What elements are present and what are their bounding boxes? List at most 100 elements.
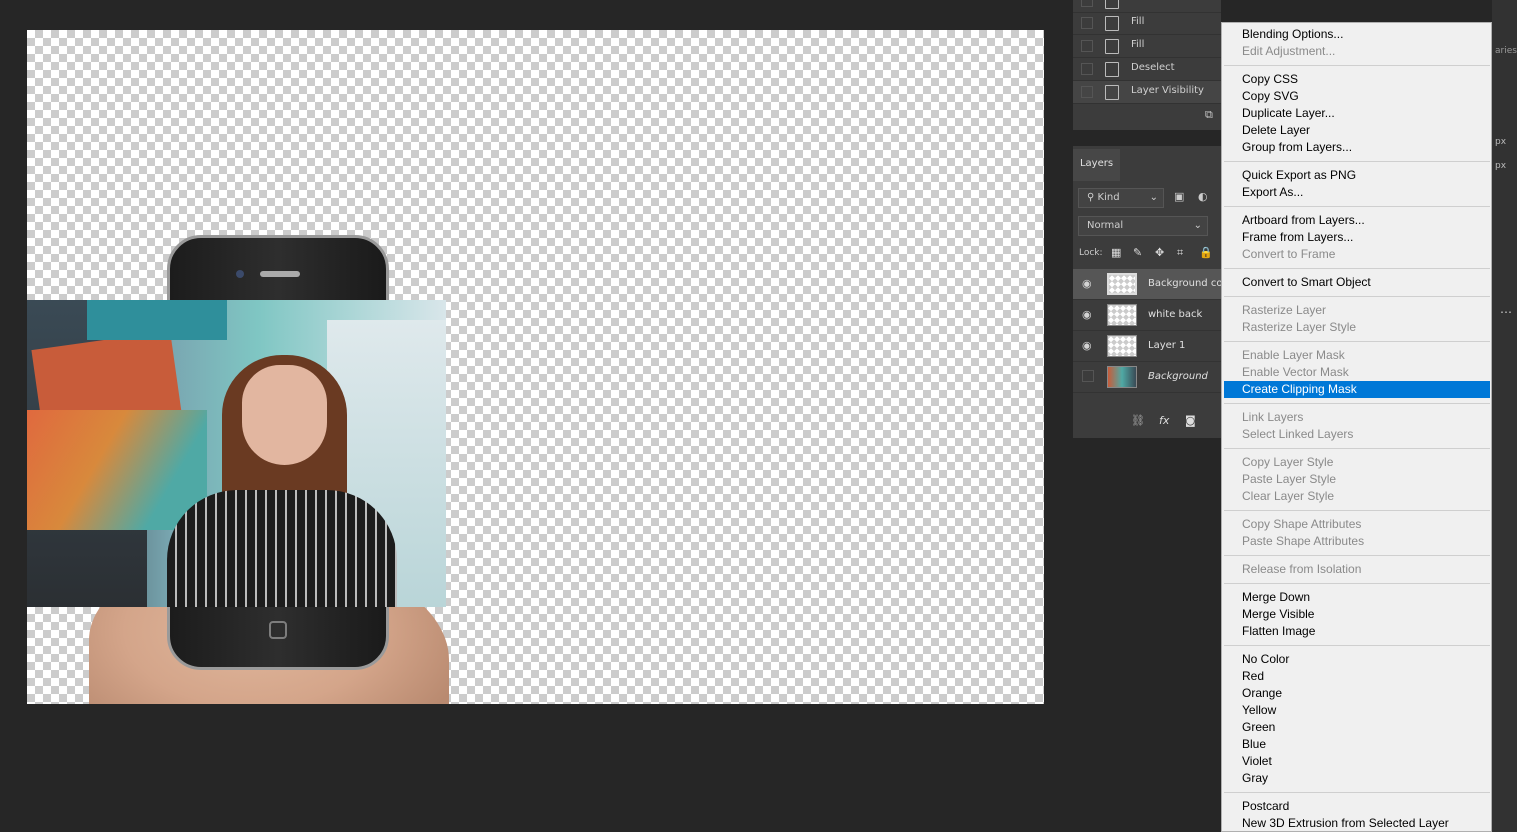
menu-item-group-from-layers[interactable]: Group from Layers...: [1224, 139, 1490, 156]
menu-item-select-linked-layers: Select Linked Layers: [1242, 427, 1354, 441]
woman-photo-layer: [27, 300, 446, 607]
document-canvas[interactable]: [27, 30, 1044, 704]
menu-item-red[interactable]: Red: [1224, 668, 1490, 685]
menu-separator: [1224, 645, 1490, 646]
menu-item-yellow[interactable]: Yellow: [1224, 702, 1490, 719]
menu-item-merge-down[interactable]: Merge Down: [1224, 589, 1490, 606]
menu-item-postcard[interactable]: Postcard: [1224, 798, 1490, 815]
menu-item-rasterize-layer: Rasterize Layer: [1242, 303, 1327, 317]
kind-filter-label: Kind: [1097, 192, 1120, 203]
lock-label: Lock:: [1079, 248, 1103, 258]
action-label: Fill: [1131, 16, 1145, 27]
menu-item-new-3d-extrusion-from-selected-layer[interactable]: New 3D Extrusion from Selected Layer: [1224, 815, 1490, 832]
lock-brush-icon[interactable]: ✎: [1133, 246, 1142, 259]
chevron-down-icon: ⌄: [1193, 220, 1202, 231]
menu-item-frame-from-layers[interactable]: Frame from Layers...: [1224, 229, 1490, 246]
layer-thumbnail: [1107, 335, 1137, 357]
menu-item-gray[interactable]: Gray: [1224, 770, 1490, 787]
menu-separator: [1224, 161, 1490, 162]
menu-item-delete-layer[interactable]: Delete Layer: [1224, 122, 1490, 139]
unit-label: px: [1495, 137, 1507, 147]
menu-separator: [1224, 296, 1490, 297]
right-panel-strip: aries px px ⋯: [1492, 0, 1517, 832]
action-row[interactable]: Fill: [1073, 35, 1221, 58]
layer-row[interactable]: Background: [1073, 362, 1221, 393]
visibility-toggle[interactable]: [1082, 370, 1094, 382]
phone-camera: [236, 270, 244, 278]
menu-item-blending-options[interactable]: Blending Options...: [1224, 26, 1490, 43]
menu-item-merge-visible[interactable]: Merge Visible: [1224, 606, 1490, 623]
search-icon: ⚲: [1087, 192, 1098, 203]
action-toggle[interactable]: [1081, 17, 1093, 29]
menu-item-paste-layer-style: Paste Layer Style: [1242, 472, 1337, 486]
menu-item-edit-adjustment: Edit Adjustment...: [1242, 44, 1336, 58]
action-row[interactable]: Deselect: [1073, 58, 1221, 81]
fx-icon[interactable]: fx: [1159, 414, 1169, 427]
menu-item-orange[interactable]: Orange: [1224, 685, 1490, 702]
mask-icon[interactable]: ◙: [1185, 414, 1196, 427]
more-icon[interactable]: ⋯: [1500, 305, 1512, 319]
menu-separator: [1224, 448, 1490, 449]
actions-panel: Fill Fill Deselect Layer Visibility ⧉: [1073, 0, 1221, 130]
action-toggle[interactable]: [1081, 63, 1093, 75]
action-toggle[interactable]: [1081, 0, 1093, 7]
menu-item-create-clipping-mask[interactable]: Create Clipping Mask: [1224, 381, 1490, 398]
chevron-down-icon: ⌄: [1149, 192, 1158, 203]
eye-icon[interactable]: ◉: [1082, 339, 1092, 352]
panel-label: aries: [1495, 46, 1517, 56]
action-row[interactable]: Layer Visibility: [1073, 81, 1221, 104]
adjustment-filter-icon[interactable]: ◐: [1198, 190, 1208, 203]
layer-row[interactable]: ◉ Layer 1: [1073, 331, 1221, 362]
menu-item-copy-shape-attributes: Copy Shape Attributes: [1242, 517, 1362, 531]
menu-item-copy-svg[interactable]: Copy SVG: [1224, 88, 1490, 105]
menu-item-green[interactable]: Green: [1224, 719, 1490, 736]
layer-row[interactable]: ◉ Background cop: [1073, 269, 1229, 300]
lock-all-icon[interactable]: 🔒: [1199, 246, 1213, 259]
layer-context-menu: Blending Options... Edit Adjustment... Cop…: [1221, 22, 1492, 832]
menu-separator: [1224, 583, 1490, 584]
menu-item-duplicate-layer[interactable]: Duplicate Layer...: [1224, 105, 1490, 122]
menu-item-flatten-image[interactable]: Flatten Image: [1224, 623, 1490, 640]
tab-layers[interactable]: Layers: [1073, 149, 1120, 181]
menu-separator: [1224, 555, 1490, 556]
action-toggle[interactable]: [1081, 40, 1093, 52]
menu-item-artboard-from-layers[interactable]: Artboard from Layers...: [1224, 212, 1490, 229]
menu-item-blue[interactable]: Blue: [1224, 736, 1490, 753]
menu-item-quick-export-as-png[interactable]: Quick Export as PNG: [1224, 167, 1490, 184]
new-action-icon[interactable]: ⧉: [1205, 108, 1213, 122]
kind-filter-select[interactable]: ⚲ Kind ⌄: [1078, 188, 1164, 208]
layer-name: white back: [1148, 309, 1203, 320]
menu-item-export-as[interactable]: Export As...: [1224, 184, 1490, 201]
action-toggle[interactable]: [1081, 86, 1093, 98]
action-icon: [1105, 39, 1119, 54]
unit-label: px: [1495, 161, 1507, 171]
action-icon: [1105, 62, 1119, 77]
layer-thumbnail: [1107, 273, 1137, 295]
action-label: Fill: [1131, 39, 1145, 50]
lock-position-icon[interactable]: ✥: [1155, 246, 1164, 259]
menu-item-clear-layer-style: Clear Layer Style: [1242, 489, 1335, 503]
eye-icon[interactable]: ◉: [1082, 308, 1092, 321]
menu-item-enable-vector-mask: Enable Vector Mask: [1242, 365, 1349, 379]
blend-mode-select[interactable]: Normal ⌄: [1078, 216, 1208, 236]
lock-transparent-icon[interactable]: ▦: [1111, 246, 1121, 259]
eye-icon[interactable]: ◉: [1082, 277, 1092, 290]
image-filter-icon[interactable]: ▣: [1174, 190, 1184, 203]
menu-separator: [1224, 510, 1490, 511]
action-icon: [1105, 0, 1119, 9]
action-label: Deselect: [1131, 62, 1175, 73]
menu-item-copy-layer-style: Copy Layer Style: [1242, 455, 1334, 469]
link-icon[interactable]: ⛓: [1131, 414, 1145, 427]
layer-thumbnail: [1107, 304, 1137, 326]
menu-item-release-from-isolation: Release from Isolation: [1242, 562, 1362, 576]
lock-artboard-icon[interactable]: ⌗: [1177, 246, 1183, 260]
menu-item-violet[interactable]: Violet: [1224, 753, 1490, 770]
menu-item-convert-to-smart-object[interactable]: Convert to Smart Object: [1224, 274, 1490, 291]
action-row[interactable]: Fill: [1073, 12, 1221, 35]
menu-item-no-color[interactable]: No Color: [1224, 651, 1490, 668]
menu-item-convert-to-frame: Convert to Frame: [1242, 247, 1336, 261]
layer-row[interactable]: ◉ white back: [1073, 300, 1221, 331]
action-label: Layer Visibility: [1131, 85, 1204, 96]
phone-home-button: [269, 621, 287, 639]
menu-item-copy-css[interactable]: Copy CSS: [1224, 71, 1490, 88]
